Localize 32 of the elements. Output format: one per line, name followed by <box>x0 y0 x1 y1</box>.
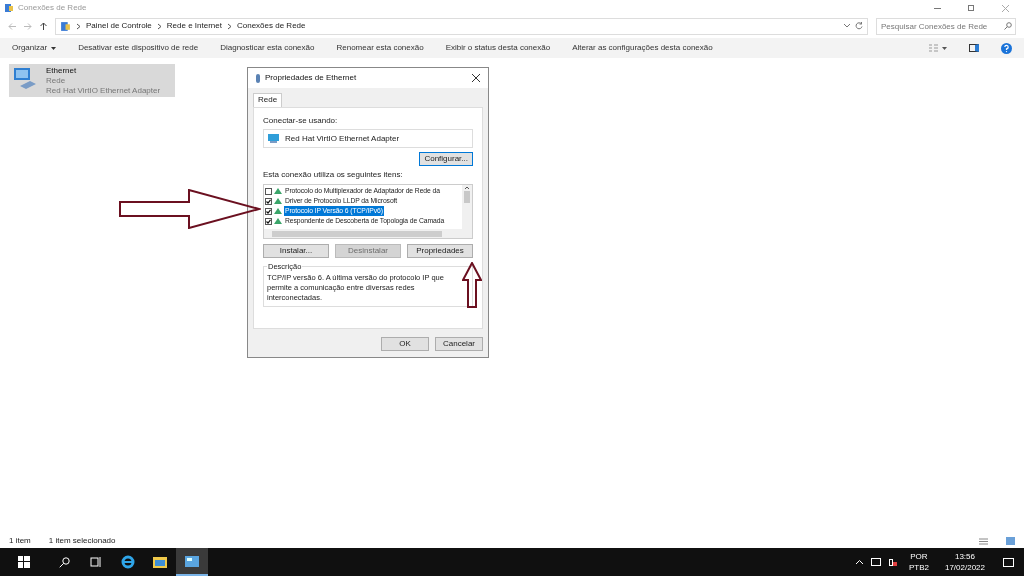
toolbar-button[interactable]: Exibir o status desta conexão <box>445 42 551 54</box>
dialog-button[interactable]: Cancelar <box>435 337 483 351</box>
address-bar[interactable]: Painel de Controle Rede e Internet Conexões de Rede <box>55 17 868 35</box>
configure-button[interactable]: Configurar... <box>419 152 473 166</box>
breadcrumb-item[interactable]: Rede e Internet <box>166 20 222 32</box>
connection-network: Rede <box>46 76 67 86</box>
status-text: 1 item selecionado <box>48 535 116 547</box>
status-text: 1 item <box>9 535 31 547</box>
toolbar-button[interactable]: Diagnosticar esta conexão <box>220 42 315 54</box>
dialog-title: Propriedades de Ethernet <box>265 72 357 84</box>
toolbar-button[interactable]: Renomear esta conexão <box>336 42 424 54</box>
toolbar-button[interactable]: Organizar <box>12 42 48 54</box>
action-button[interactable]: Propriedades <box>407 244 473 258</box>
tab[interactable]: Rede <box>253 93 283 107</box>
connection-adapter: Red Hat VirtIO Ethernet Adapter <box>46 86 161 96</box>
toolbar-button[interactable]: Alterar as configurações desta conexão <box>572 42 713 54</box>
breadcrumb-item[interactable]: Painel de Controle <box>86 20 152 32</box>
window-title: Conexões de Rede <box>18 2 87 14</box>
toolbar-button[interactable]: Desativar este dispositivo de rede <box>78 42 199 54</box>
connection-item[interactable]: Ethernet Rede Red Hat VirtIO Ethernet Adapter <box>9 64 175 97</box>
breadcrumb-item[interactable]: Conexões de Rede <box>237 20 306 32</box>
clock-date[interactable]: 17/02/2022 <box>944 562 985 573</box>
input-language[interactable]: POR <box>910 551 928 562</box>
items-label: Esta conexão utiliza os seguintes itens: <box>263 169 404 181</box>
adapter-name: Red Hat VirtIO Ethernet Adapter <box>285 132 400 145</box>
keyboard-layout[interactable]: PTB2 <box>908 562 929 573</box>
connect-label: Conectar-se usando: <box>263 115 339 127</box>
action-button[interactable]: Instalar... <box>263 244 329 258</box>
clock-time[interactable]: 13:56 <box>954 551 975 562</box>
dialog-button[interactable]: OK <box>381 337 429 351</box>
search-field[interactable]: Pesquisar Conexões de Rede <box>876 17 1016 35</box>
connection-name: Ethernet <box>46 66 78 76</box>
